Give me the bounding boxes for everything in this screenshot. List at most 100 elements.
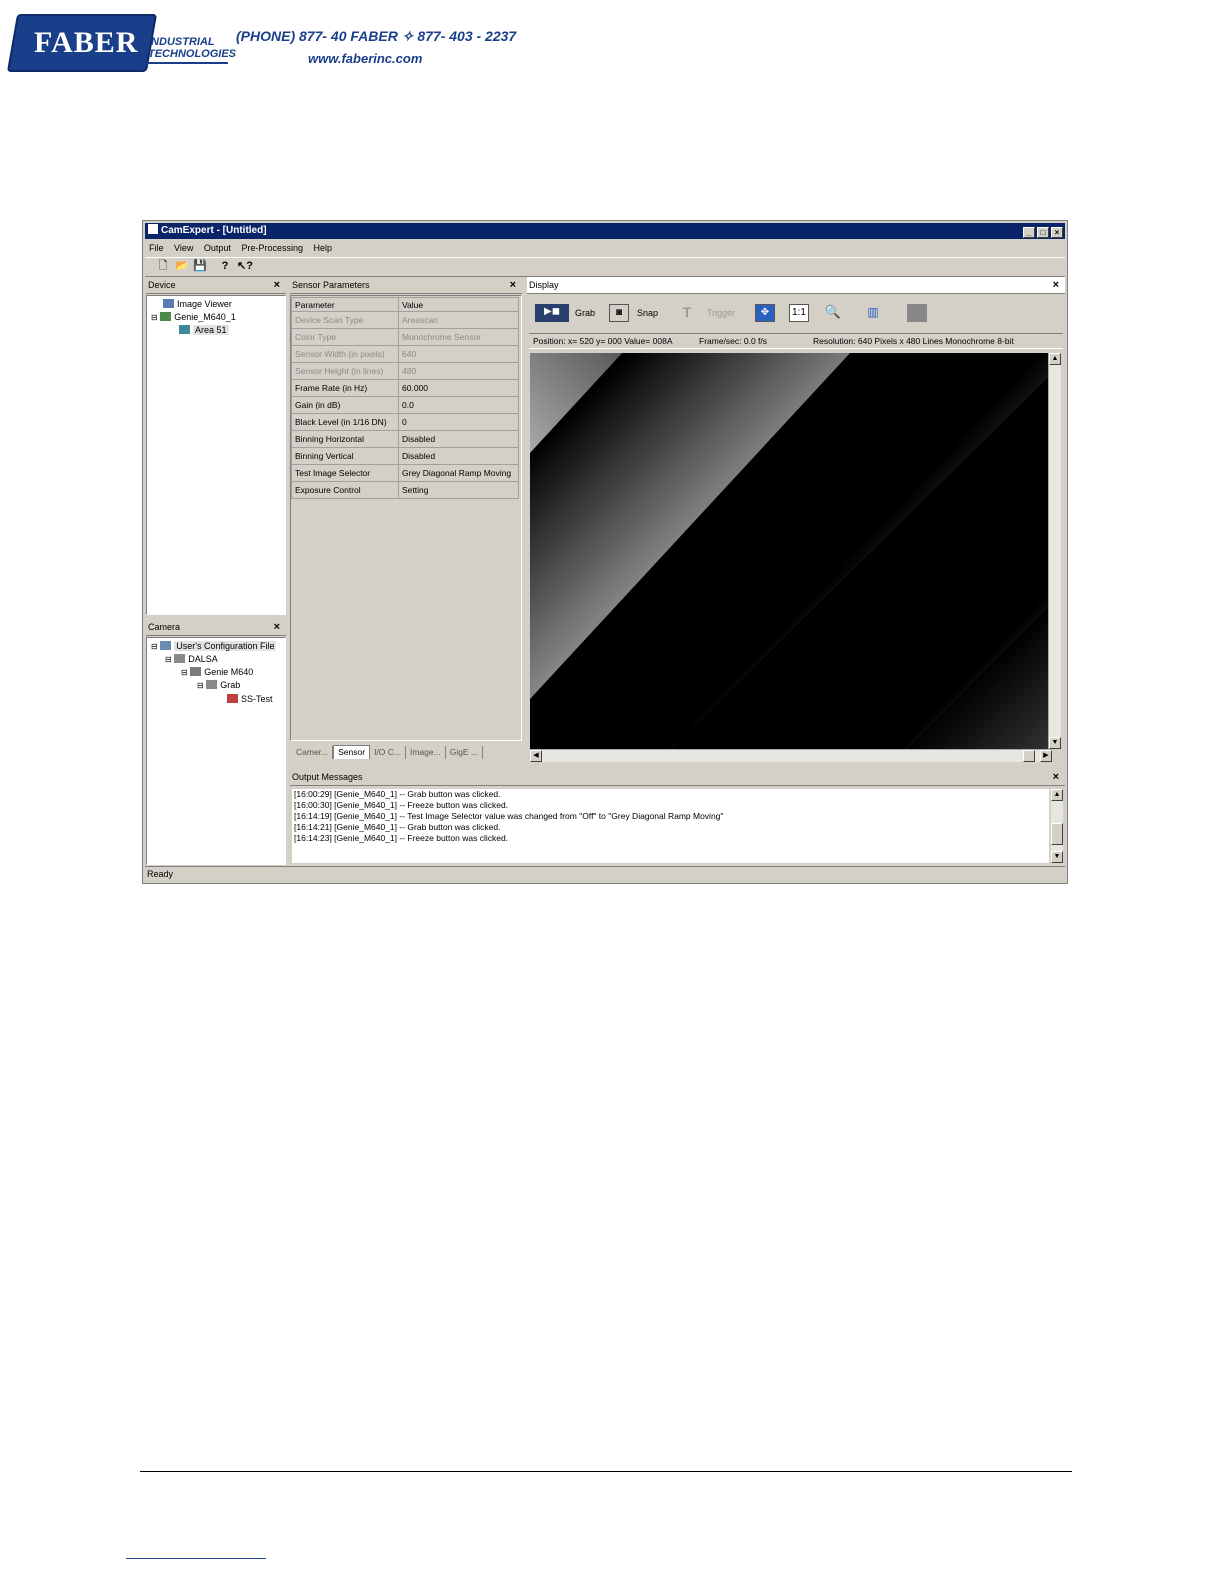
image-horizontal-scrollbar[interactable]: ◀ ▶ <box>530 749 1052 762</box>
camexpert-window: CamExpert - [Untitled] _ □ × File View Out… <box>142 220 1068 884</box>
tree-item-ss-test[interactable]: SS-Test <box>227 694 273 705</box>
tab-camera[interactable]: Camer... <box>292 746 334 759</box>
title-bar[interactable]: CamExpert - [Untitled] _ □ × <box>145 223 1065 239</box>
open-folder-icon[interactable]: 📂 <box>175 260 189 272</box>
table-row[interactable]: Test Image Selector Grey Diagonal Ramp Mo… <box>291 464 519 482</box>
parameter-value[interactable]: 0.0 <box>398 396 519 414</box>
scroll-up-button[interactable]: ▲ <box>1049 353 1061 365</box>
tree-item-genie-m640[interactable]: ⊟ Genie M640 <box>181 667 253 678</box>
table-row[interactable]: Black Level (in 1/16 DN) 0 <box>291 413 519 431</box>
save-icon[interactable]: 💾 <box>193 260 207 272</box>
parameter-value[interactable]: 60.000 <box>398 379 519 397</box>
tab-sensor[interactable]: Sensor <box>333 745 371 759</box>
scroll-down-button[interactable]: ▼ <box>1049 737 1061 749</box>
parameter-value[interactable]: 0 <box>398 413 519 431</box>
output-scroll-up-button[interactable]: ▲ <box>1051 789 1063 801</box>
website-link[interactable]: www.faberinc.com <box>308 51 422 66</box>
parameter-name: Device Scan Type <box>291 311 399 329</box>
tree-item-area-51[interactable]: Area 51 <box>179 325 229 336</box>
table-row[interactable]: Frame Rate (in Hz) 60.000 <box>291 379 519 397</box>
camera-tree: ⊟ User's Configuration File ⊟ DALSA ⊟ Ge… <box>146 637 286 865</box>
menu-pre-processing[interactable]: Pre-Processing <box>241 243 303 253</box>
context-help-icon[interactable]: ↖? <box>237 260 253 272</box>
table-row[interactable]: Sensor Width (in pixels) 640 <box>291 345 519 363</box>
snap-camera-icon[interactable]: ◙ <box>609 304 629 322</box>
tree-item-genie-m640-1[interactable]: ⊟ Genie_M640_1 <box>151 312 236 323</box>
collapse-icon[interactable]: ⊟ <box>181 668 188 677</box>
parameter-value: Monochrome Sensor <box>398 328 519 346</box>
close-output-panel-icon[interactable]: × <box>1053 769 1059 785</box>
help-icon[interactable]: ? <box>219 260 231 272</box>
parameter-name: Binning Horizontal <box>291 430 399 448</box>
parameter-value[interactable]: Grey Diagonal Ramp Moving <box>398 464 519 482</box>
image-vertical-scrollbar[interactable]: ▲ ▼ <box>1048 353 1061 749</box>
new-file-icon[interactable]: 🗋 <box>157 260 169 272</box>
grab-camera-icon[interactable]: ▶◼ <box>535 304 569 322</box>
trigger-button[interactable]: Trigger <box>707 303 735 323</box>
menu-output[interactable]: Output <box>204 243 231 253</box>
tab-gige[interactable]: GigE ... <box>446 746 484 759</box>
menu-view[interactable]: View <box>174 243 193 253</box>
close-camera-panel-icon[interactable]: × <box>274 619 280 635</box>
output-scroll-down-button[interactable]: ▼ <box>1051 851 1063 863</box>
menu-help[interactable]: Help <box>314 243 333 253</box>
close-sensor-panel-icon[interactable]: × <box>510 277 516 293</box>
collapse-icon[interactable]: ⊟ <box>151 642 158 651</box>
close-display-panel-icon[interactable]: × <box>1053 277 1059 293</box>
device-panel-title: Device <box>148 280 176 290</box>
stop-icon[interactable] <box>907 304 927 322</box>
parameter-value[interactable]: Disabled <box>398 430 519 448</box>
resolution-readout: Resolution: 640 Pixels x 480 Lines Monoc… <box>813 336 1014 346</box>
tree-item-user-config[interactable]: ⊟ User's Configuration File <box>151 641 277 652</box>
scroll-left-button[interactable]: ◀ <box>530 750 542 762</box>
minimize-button[interactable]: _ <box>1023 227 1035 238</box>
output-message-list[interactable]: [16:00:29] [Genie_M640_1] -- Grab button… <box>292 789 1049 863</box>
grab-button[interactable]: Grab <box>575 303 595 323</box>
parameter-name: Test Image Selector <box>291 464 399 482</box>
table-row[interactable]: Sensor Height (in lines) 480 <box>291 362 519 380</box>
close-window-button[interactable]: × <box>1051 227 1063 238</box>
table-row[interactable]: Binning Vertical Disabled <box>291 447 519 465</box>
histogram-icon[interactable]: ▥ <box>863 304 883 322</box>
parameter-value[interactable]: Setting <box>398 481 519 499</box>
tab-image[interactable]: Image... <box>406 746 446 759</box>
trigger-icon[interactable]: T <box>677 304 697 322</box>
menu-file[interactable]: File <box>149 243 164 253</box>
image-display[interactable] <box>530 353 1052 749</box>
parameter-value: 480 <box>398 362 519 380</box>
collapse-icon[interactable]: ⊟ <box>151 313 158 322</box>
parameter-name: Frame Rate (in Hz) <box>291 379 399 397</box>
output-scrollbar[interactable]: ▲ ▼ <box>1051 789 1063 863</box>
sensor-parameters-panel: Sensor Parameters × Parameter Value Devi… <box>290 277 522 763</box>
close-device-panel-icon[interactable]: × <box>274 277 280 293</box>
tab-io-control[interactable]: I/O C... <box>370 746 406 759</box>
collapse-icon[interactable]: ⊟ <box>165 655 172 664</box>
tree-item-dalsa[interactable]: ⊟ DALSA <box>165 654 218 665</box>
column-header-value[interactable]: Value <box>398 297 519 312</box>
table-row[interactable]: Device Scan Type Areascan <box>291 311 519 329</box>
display-toolbar: ▶◼ Grab ◙ Snap T Trigger ✥ 1:1 🔍 ▥ <box>529 297 1063 331</box>
table-row[interactable]: Gain (in dB) 0.0 <box>291 396 519 414</box>
snap-button[interactable]: Snap <box>637 303 658 323</box>
column-header-parameter[interactable]: Parameter <box>291 297 399 312</box>
device-panel: Device × Image Viewer ⊟ Genie_M640_1 Are… <box>146 277 286 615</box>
frame-rate-readout: Frame/sec: 0.0 f/s <box>699 336 768 346</box>
tree-item-image-viewer[interactable]: Image Viewer <box>163 299 232 310</box>
scroll-thumb[interactable] <box>1023 750 1035 762</box>
table-row[interactable]: Exposure Control Setting <box>291 481 519 499</box>
scroll-right-button[interactable]: ▶ <box>1040 750 1052 762</box>
one-to-one-button[interactable]: 1:1 <box>789 304 809 322</box>
monitor-icon <box>163 299 174 308</box>
table-row[interactable]: Color Type Monochrome Sensor <box>291 328 519 346</box>
parameter-name: Gain (in dB) <box>291 396 399 414</box>
tree-item-grab[interactable]: ⊟ Grab <box>197 680 240 691</box>
main-toolbar: 🗋 📂 💾 ? ↖? <box>145 257 1065 277</box>
maximize-button[interactable]: □ <box>1037 227 1049 238</box>
fit-to-window-icon[interactable]: ✥ <box>755 304 775 322</box>
output-scroll-thumb[interactable] <box>1051 823 1063 845</box>
collapse-icon[interactable]: ⊟ <box>197 681 204 690</box>
parameter-value[interactable]: Disabled <box>398 447 519 465</box>
device-tree: Image Viewer ⊟ Genie_M640_1 Area 51 <box>146 295 286 615</box>
zoom-icon[interactable]: 🔍 <box>823 304 843 322</box>
table-row[interactable]: Binning Horizontal Disabled <box>291 430 519 448</box>
